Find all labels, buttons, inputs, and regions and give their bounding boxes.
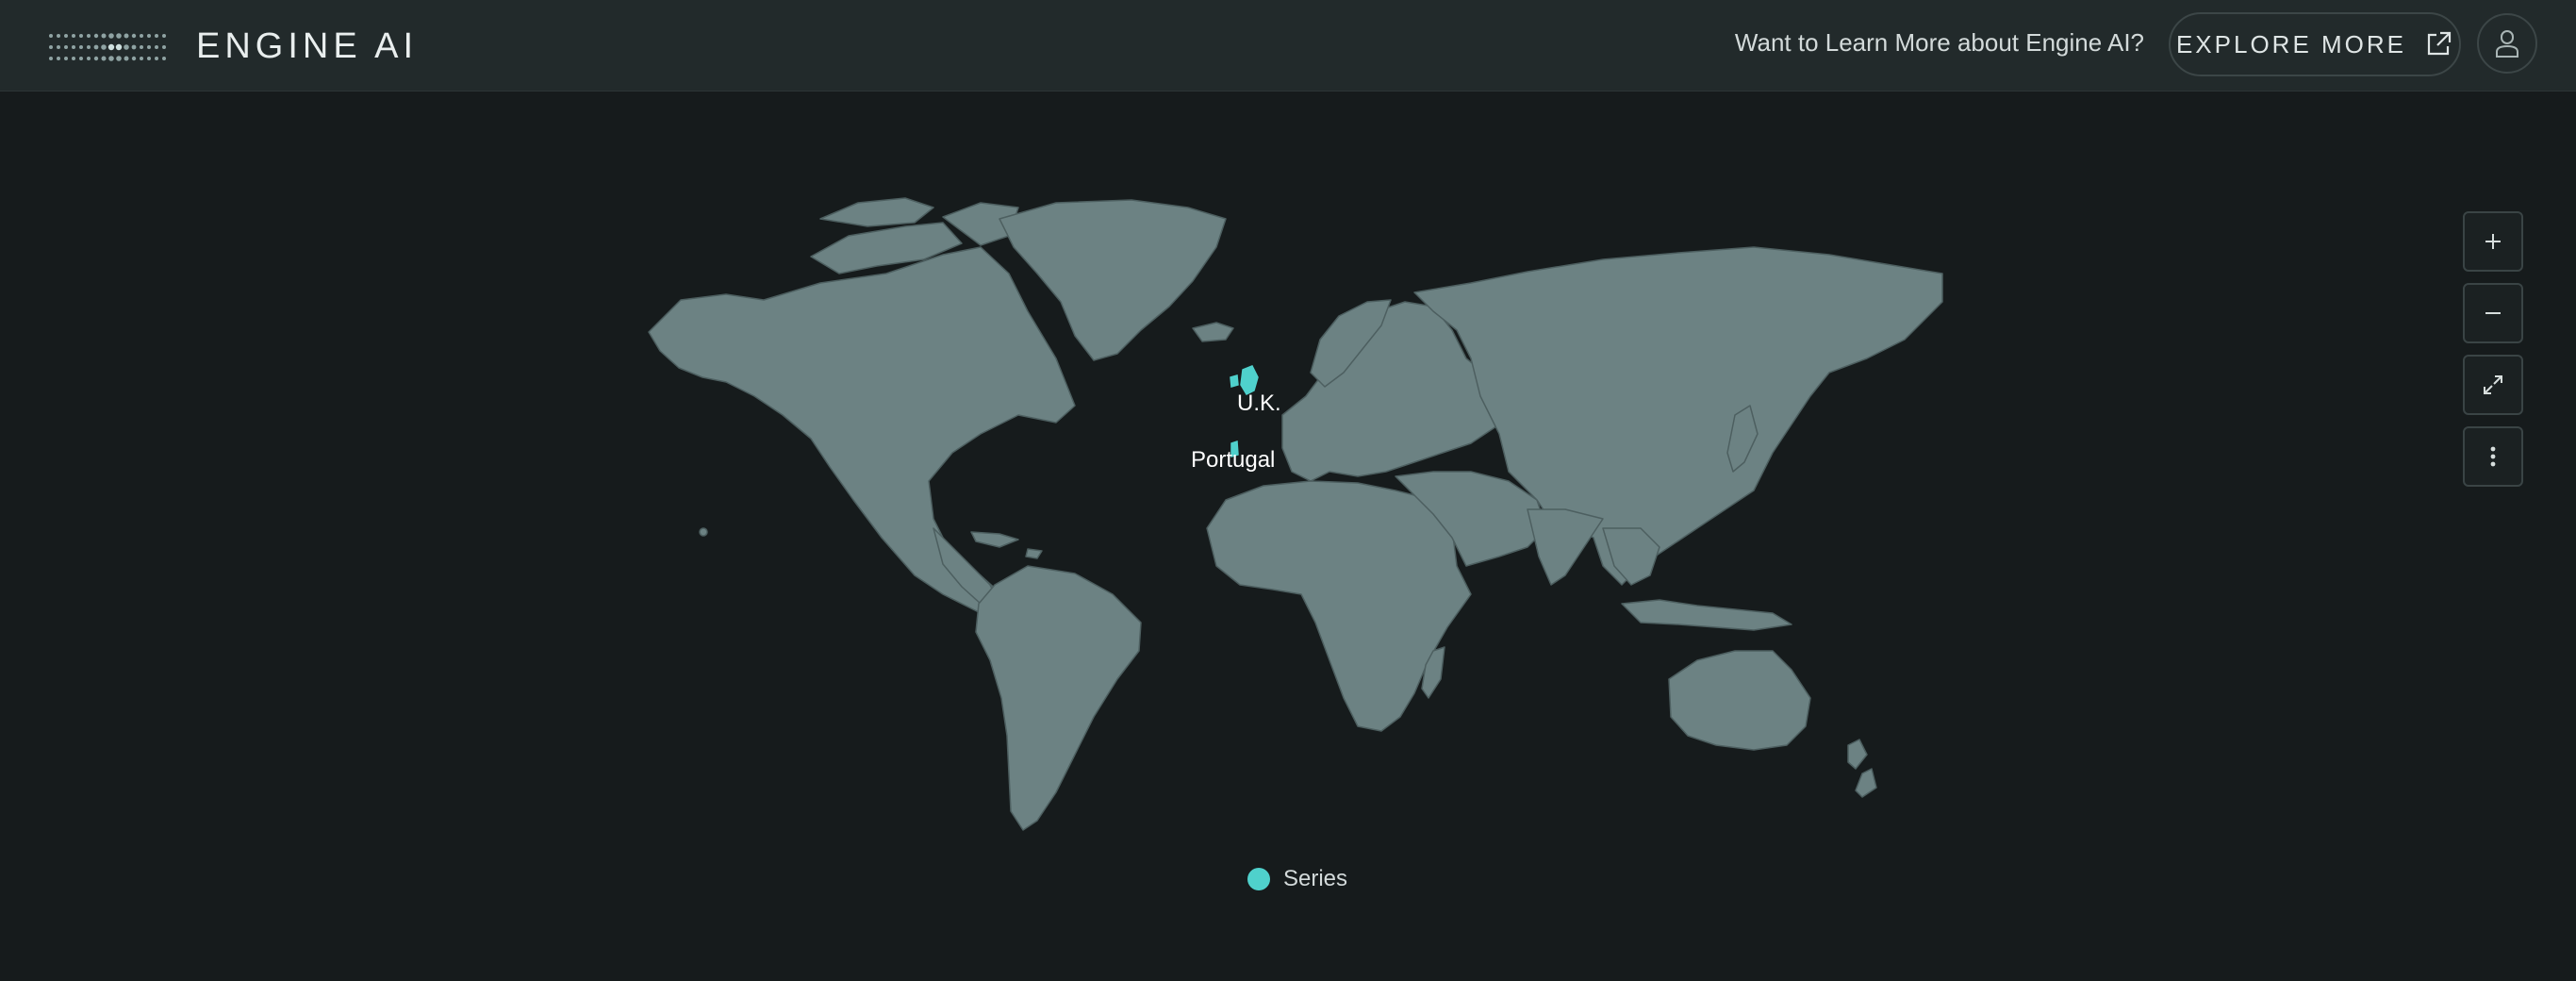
new-zealand[interactable] (1847, 739, 1868, 770)
legend-series-swatch (1247, 868, 1270, 890)
north-america[interactable] (648, 246, 1076, 631)
india[interactable] (1527, 508, 1604, 586)
iceland[interactable] (1192, 322, 1234, 342)
fullscreen-button[interactable] (2463, 355, 2523, 415)
brand-logo[interactable]: ENGINE AI (47, 26, 418, 67)
ireland-dot (1230, 374, 1239, 388)
learn-more-text: Want to Learn More about Engine AI? (1734, 28, 2144, 57)
dot-grid-logo-icon (49, 32, 166, 61)
user-icon (2496, 30, 2518, 58)
australia[interactable] (1668, 650, 1811, 751)
expand-icon (2484, 375, 2502, 394)
minus-icon (2485, 312, 2501, 314)
brand-name: ENGINE AI (196, 26, 419, 66)
map-legend[interactable]: Series (1247, 866, 1347, 892)
map-label-portugal: Portugal (1191, 447, 1276, 473)
zoom-out-button[interactable] (2463, 283, 2523, 343)
external-link-icon (2427, 31, 2452, 56)
indonesia[interactable] (1621, 599, 1792, 631)
profile-button[interactable] (2477, 13, 2537, 74)
top-bar: ENGINE AI Want to Learn More about Engin… (0, 0, 2576, 91)
south-america[interactable] (975, 565, 1142, 831)
explore-more-label: EXPLORE MORE (2175, 29, 2407, 58)
world-map[interactable] (0, 91, 2576, 981)
vertical-dots-icon (2490, 446, 2496, 467)
zoom-in-button[interactable] (2463, 211, 2523, 272)
plus-icon (2485, 234, 2501, 249)
legend-series-label: Series (1283, 866, 1348, 891)
explore-more-button[interactable]: EXPLORE MORE (2169, 12, 2461, 76)
more-options-button[interactable] (2463, 426, 2523, 487)
map-label-uk: U.K. (1237, 391, 1281, 416)
